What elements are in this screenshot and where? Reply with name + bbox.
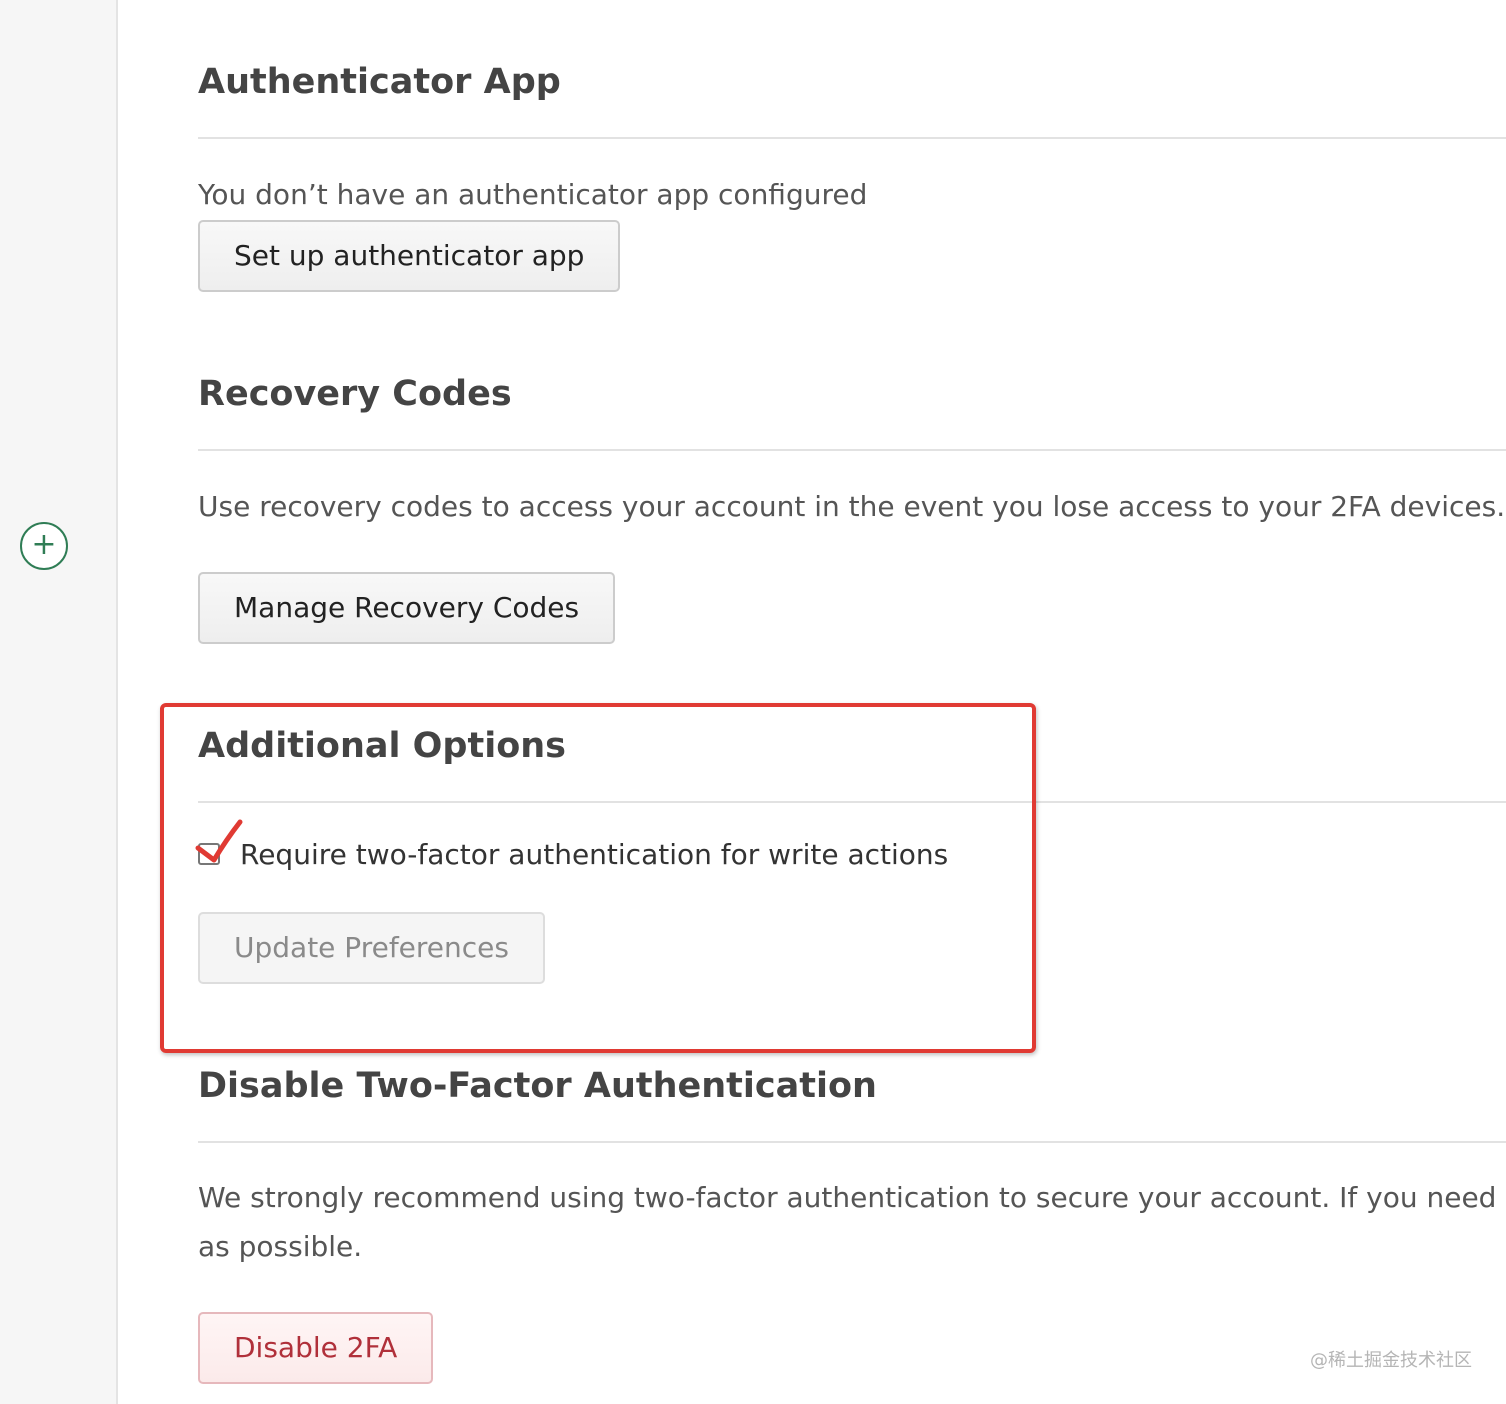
main-content: Authenticator App You don’t have an auth… [198, 0, 1506, 1404]
disable-2fa-description-line2: as possible. [198, 1230, 363, 1263]
update-preferences-button[interactable]: Update Preferences [198, 912, 545, 984]
plus-circle-icon[interactable]: + [20, 522, 68, 570]
section-divider [198, 801, 1506, 803]
recovery-codes-description: Use recovery codes to access your accoun… [198, 490, 1506, 523]
manage-recovery-codes-button[interactable]: Manage Recovery Codes [198, 572, 616, 644]
disable-2fa-heading: Disable Two-Factor Authentication [198, 1066, 877, 1106]
require-2fa-write-option[interactable]: Require two-factor authentication for wr… [198, 832, 948, 876]
watermark: @稀土掘金技术社区 [1310, 1350, 1472, 1371]
authenticator-status-text: You don’t have an authenticator app conf… [198, 178, 868, 211]
setup-authenticator-button[interactable]: Set up authenticator app [198, 220, 621, 292]
disable-2fa-description-line1: We strongly recommend using two-factor a… [198, 1181, 1506, 1214]
authenticator-app-heading: Authenticator App [198, 62, 561, 102]
section-divider [198, 449, 1506, 451]
left-sidebar: + [0, 0, 118, 1404]
plus-glyph: + [31, 527, 57, 562]
section-divider [198, 1141, 1506, 1143]
section-divider [198, 137, 1506, 139]
recovery-codes-heading: Recovery Codes [198, 374, 512, 414]
settings-page: + Authenticator App You don’t have an au… [0, 0, 1506, 1404]
additional-options-heading: Additional Options [198, 726, 567, 766]
disable-2fa-button[interactable]: Disable 2FA [198, 1312, 434, 1384]
require-2fa-write-label: Require two-factor authentication for wr… [240, 837, 949, 871]
require-2fa-write-checkbox[interactable] [198, 843, 220, 865]
